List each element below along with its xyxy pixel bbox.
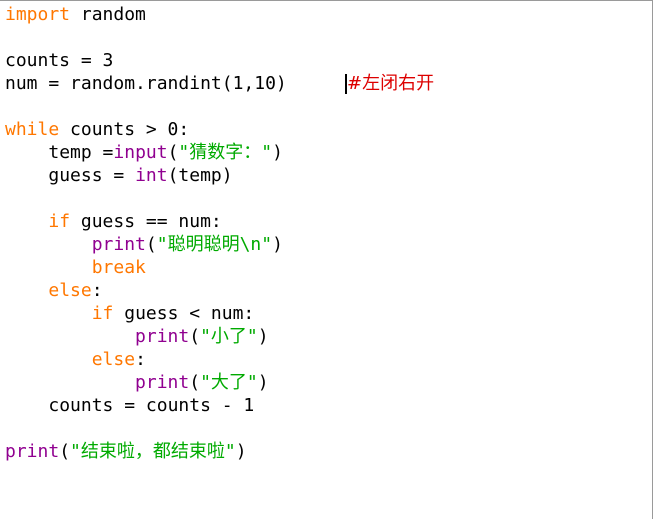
code-text: num = random.randint(1,10) — [5, 73, 287, 94]
code-line-6: while counts > 0: — [5, 118, 189, 141]
paren-open: ( — [59, 441, 71, 462]
string-literal: "猜数字：" — [178, 142, 273, 163]
code-line-8: guess = int(temp) — [5, 164, 233, 187]
code-text: guess = — [48, 165, 136, 186]
paren-close: ) — [257, 372, 269, 393]
paren-open: ( — [167, 142, 179, 163]
keyword-else: else — [91, 349, 136, 370]
code-editor[interactable]: import random counts = 3 num = random.ra… — [0, 0, 653, 519]
code-line-20: print("结束啦，都结束啦") — [5, 440, 247, 463]
code-line-18: counts = counts - 1 — [5, 394, 254, 417]
comment-text: #左闭右开 — [347, 73, 435, 94]
code-text: : — [135, 349, 146, 370]
code-line-15: print("小了") — [5, 325, 269, 348]
builtin-int: int — [135, 165, 168, 186]
code-line-3: counts = 3 — [5, 49, 113, 72]
builtin-print: print — [5, 441, 60, 462]
paren-close: ) — [272, 234, 283, 255]
string-literal: "聪明聪明\n" — [156, 234, 273, 255]
code-text: : — [91, 280, 103, 301]
paren-open: ( — [189, 372, 201, 393]
code-text: counts = counts - 1 — [48, 395, 255, 416]
code-line-10: if guess == num: — [5, 210, 222, 233]
paren-open: ( — [189, 326, 201, 347]
code-line-14: if guess < num: — [5, 302, 255, 325]
keyword-break: break — [91, 257, 146, 278]
code-line-1: import random — [5, 3, 146, 26]
builtin-print: print — [91, 234, 146, 255]
keyword-else: else — [48, 280, 92, 301]
code-text: random — [70, 4, 146, 25]
code-text: temp = — [48, 142, 114, 163]
builtin-print: print — [135, 372, 190, 393]
code-line-16: else: — [5, 348, 146, 371]
builtin-input: input — [113, 142, 168, 163]
code-text: counts = 3 — [5, 50, 114, 71]
builtin-print: print — [135, 326, 190, 347]
string-literal: "大了" — [200, 372, 258, 393]
keyword-while: while — [5, 119, 60, 140]
code-line-7: temp =input("猜数字：") — [5, 141, 283, 164]
code-text: (temp) — [167, 165, 233, 186]
paren-close: ) — [235, 441, 247, 462]
code-line-4: num = random.randint(1,10) — [5, 72, 287, 95]
code-line-13: else: — [5, 279, 103, 302]
code-line-11: print("聪明聪明\n") — [5, 233, 283, 256]
code-line-12: break — [5, 256, 146, 279]
string-literal: "结束啦，都结束啦" — [70, 441, 236, 462]
string-literal: "小了" — [200, 326, 258, 347]
code-text: counts > 0: — [59, 119, 190, 140]
code-text: guess == num: — [70, 211, 222, 232]
keyword-if: if — [91, 303, 114, 324]
keyword-import: import — [5, 4, 71, 25]
paren-open: ( — [145, 234, 157, 255]
keyword-if: if — [48, 211, 71, 232]
paren-close: ) — [257, 326, 269, 347]
paren-close: ) — [272, 142, 283, 163]
code-text: guess < num: — [113, 303, 255, 324]
code-line-17: print("大了") — [5, 371, 269, 394]
